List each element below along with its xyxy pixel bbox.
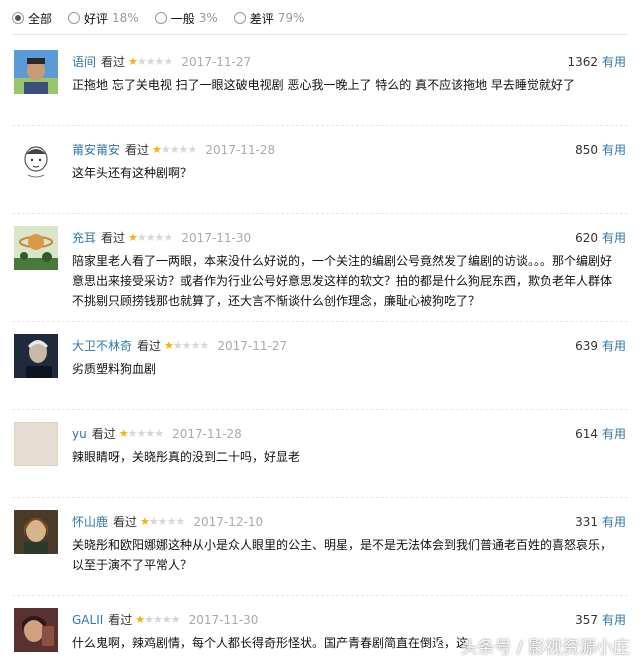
avatar[interactable] [14, 608, 58, 652]
useful-button[interactable]: 有用 [602, 515, 626, 529]
avatar[interactable] [14, 510, 58, 554]
watermark: 头条号 / 影视资源小庄 [436, 633, 630, 658]
rating-stars: ★★★★★ [135, 613, 180, 626]
vote-area: 614 有用 [575, 425, 626, 442]
rating-stars: ★★★★★ [140, 515, 185, 528]
avatar[interactable] [14, 50, 58, 94]
vote-count: 639 [575, 339, 598, 353]
vote-count: 614 [575, 427, 598, 441]
comment-date: 2017-11-30 [188, 612, 259, 627]
filter-percentage: 79% [277, 11, 305, 25]
vote-area: 357 有用 [575, 611, 626, 628]
comment-text: 这年头还有这种剧啊？ [72, 166, 193, 180]
comment-date: 2017-11-27 [181, 54, 252, 69]
filter-label: 差评 [249, 11, 274, 26]
watched-status: 看过 [101, 55, 126, 69]
username-link[interactable]: 大卫不林奇 [72, 337, 132, 354]
comment-date: 2017-11-27 [217, 338, 288, 353]
comment-item: 充耳 看过 ★★★★★ 2017-11-30 620 有用 陪家里老人看了一两眼，… [12, 214, 628, 322]
radio-icon[interactable] [154, 12, 167, 24]
comment-item: 莆安莆安 看过 ★★★★★ 2017-11-28 850 有用 这年头还有这种剧啊… [12, 126, 628, 214]
useful-button[interactable]: 有用 [602, 339, 626, 353]
rating-stars: ★★★★★ [152, 143, 197, 156]
watermark-text: 头条号 / 影视资源小庄 [460, 638, 630, 658]
username-link[interactable]: 莆安莆安 [72, 141, 120, 158]
username-link[interactable]: 充耳 [72, 229, 96, 246]
username-link[interactable]: 语间 [72, 53, 96, 70]
filter-divider [12, 34, 628, 35]
rating-stars: ★★★★★ [128, 55, 173, 68]
comment-meta: 语间 看过 ★★★★★ 2017-11-27 [72, 53, 251, 70]
comment-item: 大卫不林奇 看过 ★★★★★ 2017-11-27 639 有用 劣质塑料狗血剧 [12, 322, 628, 410]
watched-status: 看过 [108, 613, 133, 627]
comment-meta: 莆安莆安 看过 ★★★★★ 2017-11-28 [72, 141, 275, 158]
rating-stars: ★★★★★ [164, 339, 209, 352]
username-link[interactable]: 怀山鹿 [72, 513, 108, 530]
comment-text: 正拖地 忘了关电视 扫了一眼这破电视剧 恶心我一晚上了 特么的 真不应该拖地 早… [72, 78, 575, 92]
vote-count: 620 [575, 231, 598, 245]
watched-status: 看过 [125, 143, 150, 157]
comment-text: 劣质塑料狗血剧 [72, 362, 157, 376]
watched-status: 看过 [101, 231, 126, 245]
comment-item: 怀山鹿 看过 ★★★★★ 2017-12-10 331 有用 关晓彤和欧阳娜娜这种… [12, 498, 628, 596]
comment-meta: yu 看过 ★★★★★ 2017-11-28 [72, 425, 242, 442]
vote-count: 1362 [567, 55, 598, 69]
comment-text: 关晓彤和欧阳娜娜这种从小是众人眼里的公主、明星，是不是无法体会到我们普通老百姓的… [72, 538, 613, 572]
comment-item: 语间 看过 ★★★★★ 2017-11-27 1362 有用 正拖地 忘了关电视 … [12, 38, 628, 126]
useful-button[interactable]: 有用 [602, 55, 626, 69]
rating-stars: ★★★★★ [128, 231, 173, 244]
comment-date: 2017-11-30 [181, 230, 252, 245]
filter-label: 一般 [170, 11, 195, 26]
comment-date: 2017-12-10 [193, 514, 264, 529]
comment-meta: GALII 看过 ★★★★★ 2017-11-30 [72, 611, 258, 628]
useful-button[interactable]: 有用 [602, 143, 626, 157]
rating-stars: ★★★★★ [118, 427, 164, 440]
radio-icon[interactable] [233, 12, 246, 24]
watched-status: 看过 [137, 339, 162, 353]
filter-percentage: 18% [112, 11, 139, 25]
filter-negative[interactable]: 差评 79% [233, 10, 305, 27]
useful-button[interactable]: 有用 [602, 231, 626, 245]
comment-text: 辣眼睛呀，关晓彤真的没到二十吗，好显老 [72, 450, 301, 464]
vote-area: 1362 有用 [567, 53, 626, 70]
avatar[interactable] [14, 422, 58, 466]
vote-area: 620 有用 [575, 229, 626, 246]
rating-filter-bar: 全部 好评 18% 一般 3% 差评 79% [12, 8, 304, 28]
filter-neutral[interactable]: 一般 3% [154, 10, 218, 27]
filter-positive[interactable]: 好评 18% [68, 10, 139, 27]
filter-label: 好评 [84, 11, 109, 26]
vote-area: 639 有用 [575, 337, 626, 354]
vote-area: 331 有用 [575, 513, 626, 530]
comment-meta: 充耳 看过 ★★★★★ 2017-11-30 [72, 229, 251, 246]
watermark-logo-icon [436, 636, 455, 655]
watched-status: 看过 [113, 515, 138, 529]
comment-meta: 怀山鹿 看过 ★★★★★ 2017-12-10 [72, 513, 263, 530]
watched-status: 看过 [91, 427, 116, 441]
vote-count: 357 [575, 613, 598, 627]
vote-count: 331 [575, 515, 598, 529]
useful-button[interactable]: 有用 [602, 613, 626, 627]
vote-count: 850 [575, 143, 598, 157]
comment-date: 2017-11-28 [205, 142, 276, 157]
username-link[interactable]: GALII [72, 613, 103, 627]
filter-label: 全部 [28, 11, 53, 26]
comment-item: yu 看过 ★★★★★ 2017-11-28 614 有用 辣眼睛呀，关晓彤真的没… [12, 410, 628, 498]
comment-meta: 大卫不林奇 看过 ★★★★★ 2017-11-27 [72, 337, 287, 354]
useful-button[interactable]: 有用 [602, 427, 626, 441]
radio-icon[interactable] [68, 12, 81, 24]
radio-icon[interactable] [12, 12, 24, 24]
avatar[interactable] [14, 226, 58, 270]
filter-percentage: 3% [198, 11, 218, 25]
filter-all[interactable]: 全部 [12, 10, 52, 27]
username-link[interactable]: yu [72, 427, 87, 441]
comment-text: 陪家里老人看了一两眼，本来没什么好说的，一个关注的编剧公号竟然发了编剧的访谈。。… [72, 254, 613, 308]
avatar[interactable] [14, 138, 58, 182]
vote-area: 850 有用 [575, 141, 626, 158]
comment-date: 2017-11-28 [172, 426, 242, 441]
comment-list: 语间 看过 ★★★★★ 2017-11-27 1362 有用 正拖地 忘了关电视 … [0, 38, 640, 664]
avatar[interactable] [14, 334, 58, 378]
